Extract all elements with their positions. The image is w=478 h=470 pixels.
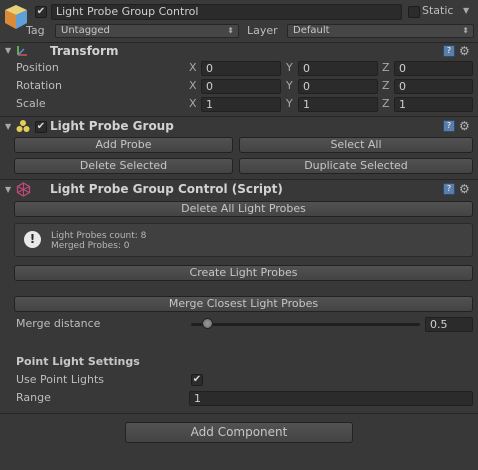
transform-position-y-field[interactable]: 0 — [298, 61, 378, 76]
gear-icon[interactable]: ⚙ — [459, 45, 470, 57]
check-icon: ✔ — [36, 121, 46, 132]
axis-y-label[interactable]: Y — [286, 97, 293, 111]
merge-distance-field[interactable]: 0.5 — [425, 317, 473, 332]
active-checkbox[interactable]: ✔ — [35, 6, 47, 18]
layer-value: Default — [293, 25, 330, 36]
dropdown-arrows-icon: ⬍ — [227, 26, 234, 35]
transform-rotation-x-field[interactable]: 0 — [201, 79, 281, 94]
delete-all-light-probes-button[interactable]: Delete All Light Probes — [14, 201, 473, 217]
help-book-icon[interactable]: ? — [443, 183, 455, 195]
axis-y-label[interactable]: Y — [286, 61, 293, 75]
tag-dropdown[interactable]: Untagged ⬍ — [55, 24, 239, 38]
merged-probes-text: Merged Probes: 0 — [51, 241, 130, 251]
help-book-icon[interactable]: ? — [443, 120, 455, 132]
divider — [0, 116, 478, 117]
transform-rotation-label: Rotation — [16, 79, 63, 92]
range-field[interactable]: 1 — [189, 391, 473, 406]
transform-scale-label: Scale — [16, 97, 46, 110]
check-icon: ✔ — [192, 374, 202, 385]
transform-position-z-field[interactable]: 0 — [394, 61, 473, 76]
duplicate-selected-button[interactable]: Duplicate Selected — [239, 158, 473, 174]
add-component-button[interactable]: Add Component — [125, 422, 353, 443]
divider — [0, 413, 478, 414]
transform-scale-z-field[interactable]: 1 — [394, 97, 473, 112]
info-icon: ! — [24, 231, 41, 248]
tag-label: Tag — [26, 24, 45, 37]
point-light-settings-heading: Point Light Settings — [16, 355, 140, 368]
foldout-script-icon[interactable]: ▼ — [5, 185, 11, 194]
transform-title: Transform — [50, 44, 119, 58]
merge-distance-slider-knob[interactable] — [201, 318, 213, 329]
axis-z-label[interactable]: Z — [382, 79, 390, 93]
transform-rotation-y-field[interactable]: 0 — [298, 79, 378, 94]
axis-z-label[interactable]: Z — [382, 61, 390, 75]
object-name-field[interactable]: Light Probe Group Control — [51, 4, 402, 20]
divider — [0, 179, 478, 180]
merge-closest-light-probes-button[interactable]: Merge Closest Light Probes — [14, 296, 473, 312]
gear-icon[interactable]: ⚙ — [459, 183, 470, 195]
light-probe-group-icon — [16, 120, 30, 132]
select-all-button[interactable]: Select All — [239, 137, 473, 153]
gameobject-cube-icon — [5, 5, 27, 29]
foldout-transform-icon[interactable]: ▼ — [5, 46, 11, 55]
range-label: Range — [16, 391, 51, 404]
light-probe-group-enabled-checkbox[interactable]: ✔ — [35, 121, 47, 133]
axis-z-label[interactable]: Z — [382, 97, 390, 111]
static-label: Static — [422, 4, 454, 17]
layer-label: Layer — [247, 24, 278, 37]
light-probe-group-title: Light Probe Group — [50, 119, 174, 133]
transform-axes-icon — [17, 46, 27, 56]
transform-position-label: Position — [16, 61, 59, 74]
static-dropdown-arrow-icon[interactable]: ▼ — [463, 4, 469, 18]
axis-x-label[interactable]: X — [189, 97, 197, 111]
check-icon: ✔ — [36, 6, 46, 17]
gear-icon[interactable]: ⚙ — [459, 120, 470, 132]
merge-distance-slider-track[interactable] — [191, 323, 420, 326]
transform-scale-y-field[interactable]: 1 — [298, 97, 378, 112]
tag-value: Untagged — [61, 25, 110, 36]
add-probe-button[interactable]: Add Probe — [14, 137, 233, 153]
use-point-lights-label: Use Point Lights — [16, 373, 105, 386]
merge-distance-label: Merge distance — [16, 317, 101, 330]
layer-dropdown[interactable]: Default ⬍ — [287, 24, 474, 38]
script-light-probe-icon — [16, 182, 31, 197]
axis-x-label[interactable]: X — [189, 61, 197, 75]
axis-x-label[interactable]: X — [189, 79, 197, 93]
dropdown-arrows-icon: ⬍ — [462, 26, 469, 35]
probe-count-text: Light Probes count: 8 — [51, 231, 147, 241]
help-book-icon[interactable]: ? — [443, 45, 455, 57]
create-light-probes-button[interactable]: Create Light Probes — [14, 265, 473, 281]
transform-position-x-field[interactable]: 0 — [201, 61, 281, 76]
foldout-light-probe-group-icon[interactable]: ▼ — [5, 122, 11, 131]
transform-rotation-z-field[interactable]: 0 — [394, 79, 473, 94]
transform-scale-x-field[interactable]: 1 — [201, 97, 281, 112]
script-title: Light Probe Group Control (Script) — [50, 182, 283, 196]
delete-selected-button[interactable]: Delete Selected — [14, 158, 233, 174]
divider — [0, 42, 478, 43]
axis-y-label[interactable]: Y — [286, 79, 293, 93]
static-checkbox[interactable] — [408, 6, 420, 18]
use-point-lights-checkbox[interactable]: ✔ — [191, 374, 203, 386]
